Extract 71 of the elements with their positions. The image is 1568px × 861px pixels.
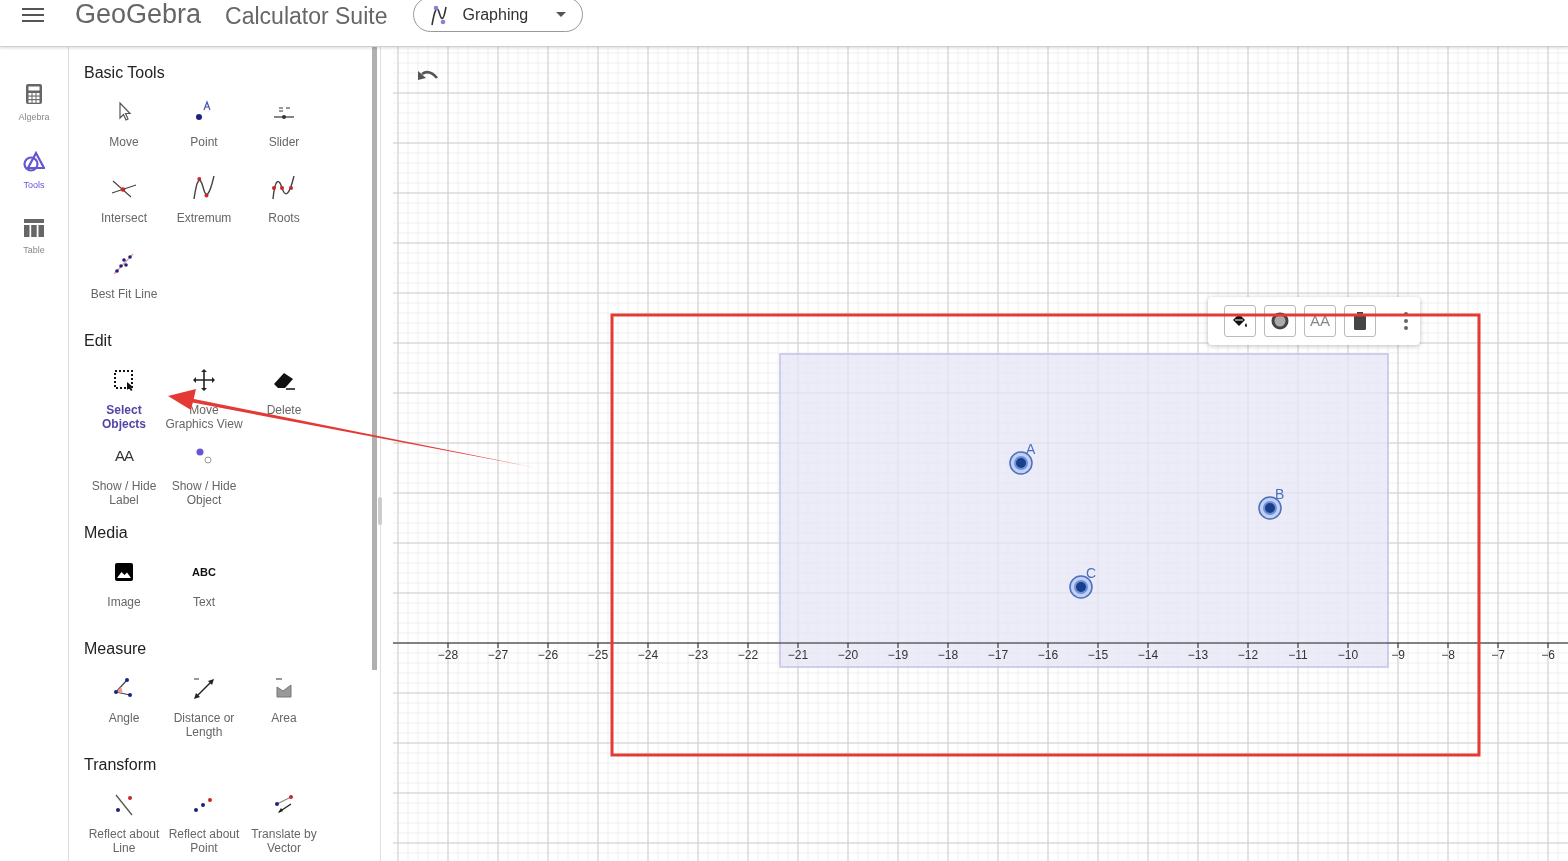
tool-button[interactable]: Move [84,95,164,171]
section-heading: Edit [84,331,113,351]
axis-tick-label: −17 [987,648,1009,662]
shapes-icon [23,150,45,173]
axis-tick-label: −24 [637,648,659,662]
axis-tick-label: −25 [587,648,609,662]
rail-tab[interactable]: Algebra [18,83,50,125]
axis-tick-label: −15 [1087,648,1109,662]
tool-button[interactable]: Slider [244,95,324,171]
tool-button[interactable]: ABC Text [164,555,244,631]
tool-button[interactable]: Reflect about Line [84,787,164,861]
axis-tick-label: −20 [837,648,859,662]
axis-tick-label: −18 [937,648,959,662]
tool-button[interactable]: Best Fit Line [84,247,164,323]
point-label: B [1275,486,1285,502]
axis-tick-label: −14 [1137,648,1159,662]
tool-button[interactable]: Image [84,555,164,631]
label-icon: AA [115,441,133,471]
caret-icon [556,11,567,18]
app-logo: GeoGebra [75,0,202,31]
tool-button[interactable]: Delete [244,363,324,439]
axis-tick-label: −19 [887,648,909,662]
section-heading: Basic Tools [84,63,166,83]
section-heading: Transform [84,755,158,775]
axis-tick-label: −9 [1391,648,1405,662]
axis-tick-label: −26 [537,648,559,662]
rail-tab[interactable]: Tools [23,150,45,192]
section-heading: Media [84,523,129,543]
axis-tick-label: −27 [487,648,509,662]
suite-title: Calculator Suite [225,2,388,31]
label-style-icon: AA [1310,311,1330,331]
style-button[interactable] [1344,305,1376,337]
axis-tick-label: −8 [1441,648,1455,662]
table-icon [23,218,45,238]
axis-tick-label: −11 [1288,648,1308,662]
axis-tick-label: −10 [1337,648,1359,662]
tool-button[interactable]: Show / Hide Object [164,439,244,515]
axis-tick-label: −16 [1037,648,1059,662]
section-heading: Measure [84,639,148,659]
axis-tick-label: −12 [1237,648,1259,662]
text-tool-icon: ABC [192,557,216,587]
point-label: A [1026,441,1036,457]
style-button[interactable]: AA [1304,305,1336,337]
rail-tab[interactable]: Table [23,218,45,258]
axis-tick-label: −21 [787,648,809,662]
style-button[interactable] [1224,305,1256,337]
axis-tick-label: −22 [737,648,759,662]
axis-tick-label: −7 [1491,648,1505,662]
tool-button[interactable]: Reflect about Point [164,787,244,861]
tool-button[interactable]: Translate by Vector [244,787,324,861]
axis-tick-label: −28 [437,648,459,662]
axis-tick-label: −6 [1541,648,1555,662]
undo-icon [417,69,439,81]
tool-button[interactable]: Distance or Length [164,671,244,747]
tool-button[interactable]: Intersect [84,171,164,247]
style-button[interactable] [1264,305,1296,337]
circle-icon [1270,311,1290,331]
menu-button[interactable] [22,6,44,24]
tool-button[interactable]: Angle [84,671,164,747]
tool-button[interactable]: Roots [244,171,324,247]
tool-button[interactable]: Area [244,671,324,747]
calculator-icon [25,83,43,105]
tool-button[interactable]: Point [164,95,244,171]
axis-tick-label: −23 [687,648,709,662]
tool-button[interactable]: Extremum [164,171,244,247]
tool-button[interactable]: AA Show / Hide Label [84,439,164,515]
point-label: C [1086,565,1097,581]
resize-handle[interactable] [378,497,382,525]
tool-button[interactable]: Select Objects [84,363,164,439]
slider-icon [274,105,294,119]
axis-tick-label: −13 [1187,648,1209,662]
